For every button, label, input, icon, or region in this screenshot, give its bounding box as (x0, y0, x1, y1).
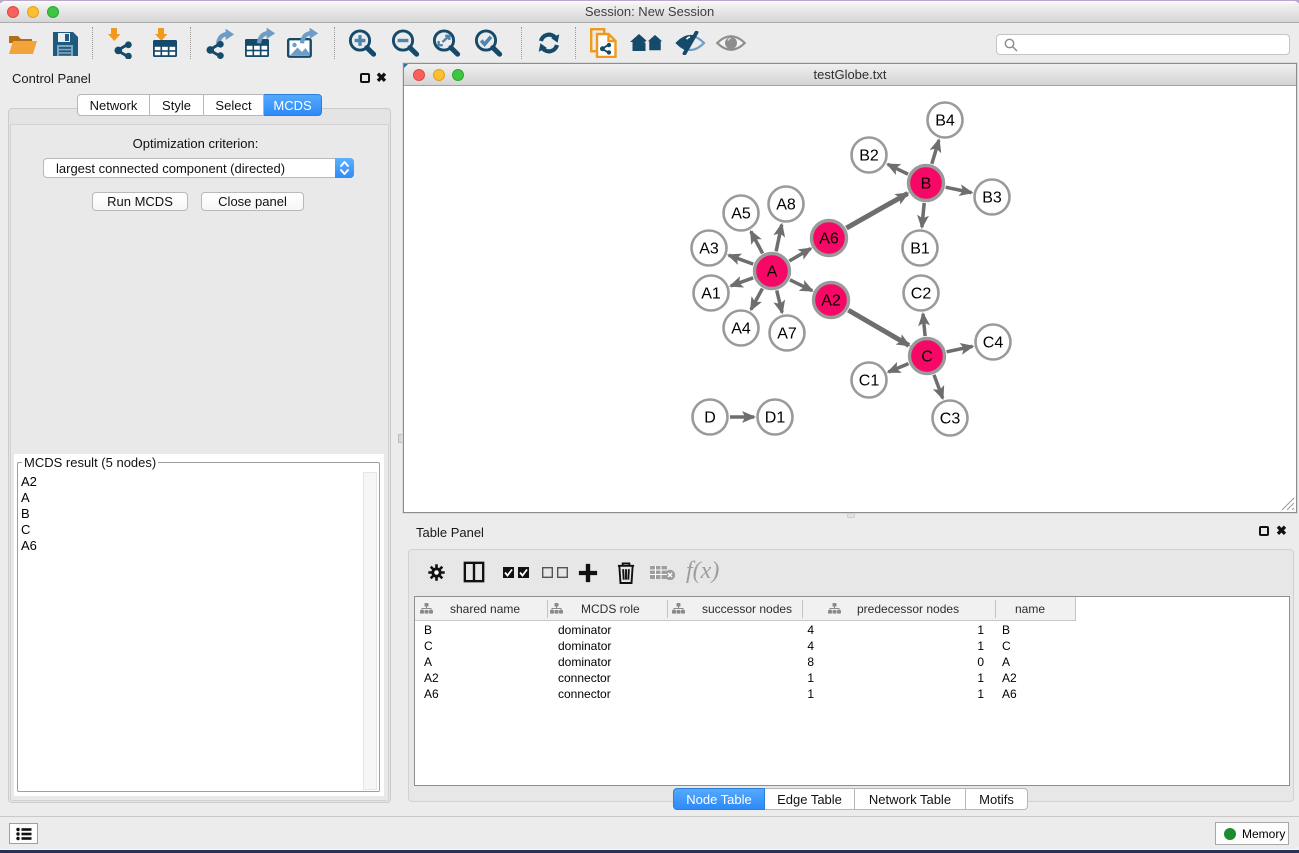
svg-text:C1: C1 (859, 373, 880, 390)
svg-text:A4: A4 (731, 321, 751, 338)
svg-text:A: A (767, 264, 778, 281)
svg-text:A6: A6 (819, 231, 839, 248)
svg-text:B3: B3 (982, 190, 1002, 207)
svg-text:A3: A3 (699, 241, 719, 258)
svg-text:A8: A8 (776, 197, 796, 214)
svg-text:D: D (704, 410, 716, 427)
svg-text:B: B (921, 176, 932, 193)
svg-text:B1: B1 (910, 241, 930, 258)
svg-text:C4: C4 (983, 335, 1004, 352)
svg-text:C2: C2 (911, 286, 932, 303)
svg-text:B4: B4 (935, 113, 955, 130)
svg-text:C3: C3 (940, 411, 961, 428)
svg-text:B2: B2 (859, 148, 879, 165)
svg-text:A2: A2 (821, 293, 841, 310)
svg-text:A7: A7 (777, 326, 797, 343)
svg-text:A5: A5 (731, 206, 751, 223)
svg-text:D1: D1 (765, 410, 786, 427)
svg-text:C: C (921, 349, 933, 366)
svg-text:A1: A1 (701, 286, 721, 303)
